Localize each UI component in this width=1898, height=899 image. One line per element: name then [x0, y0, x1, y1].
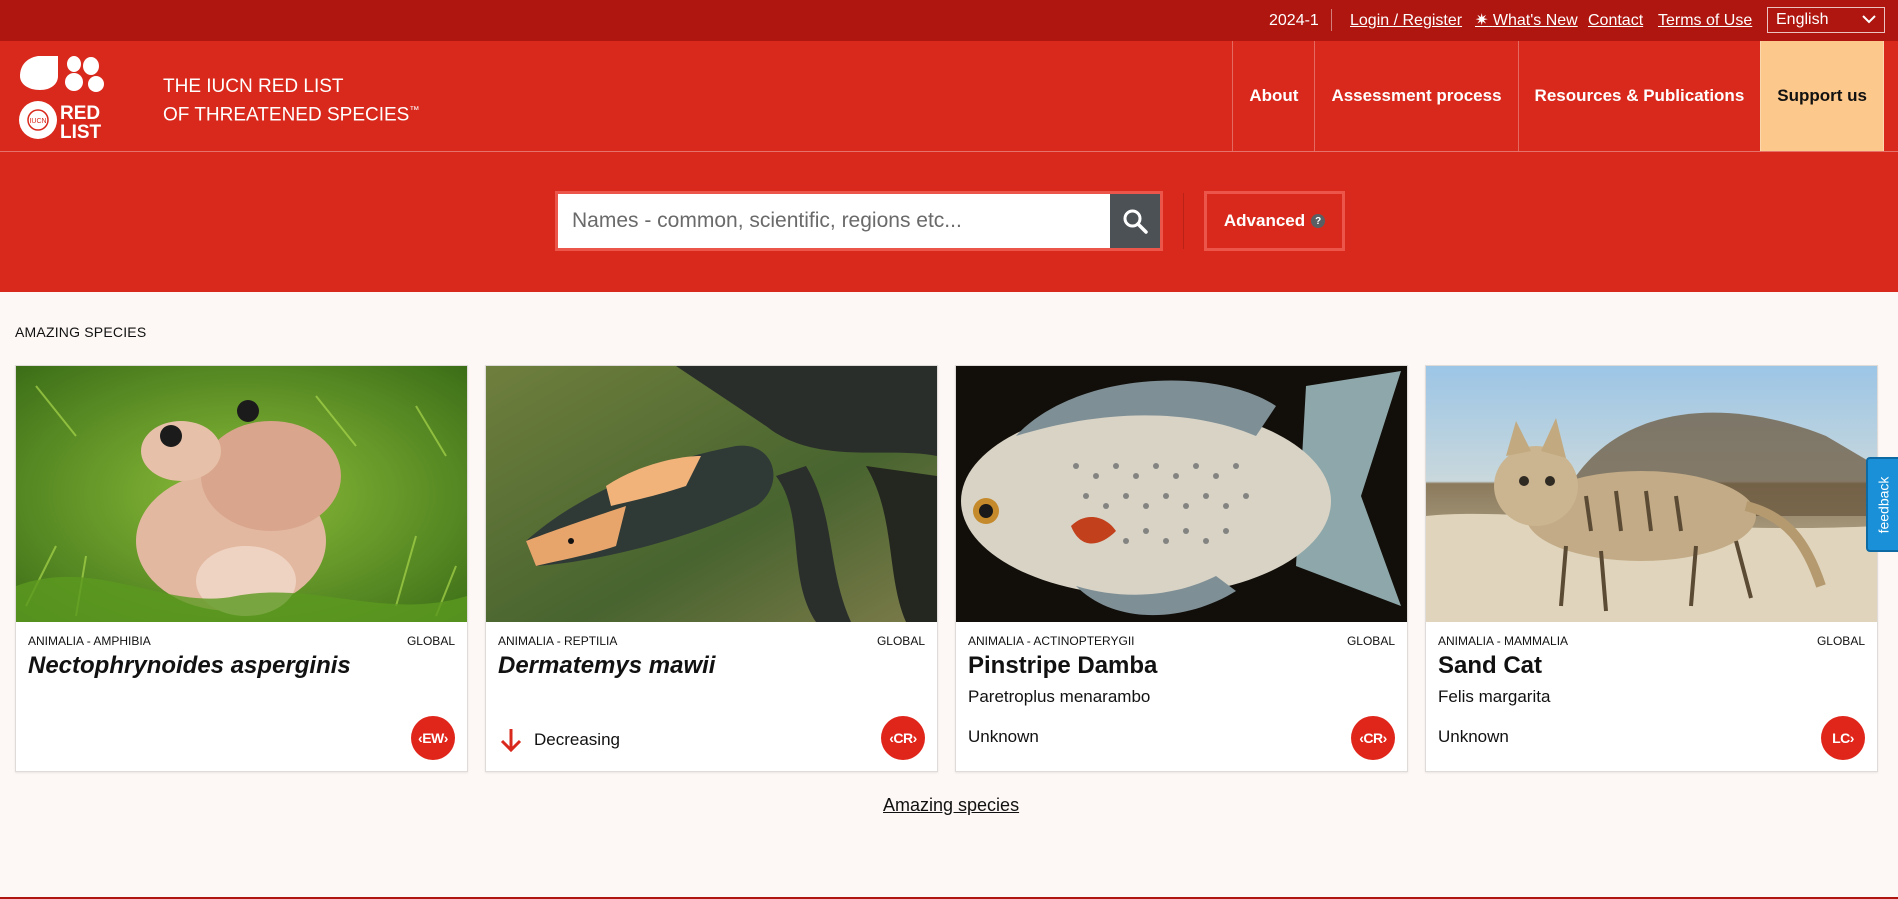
tagline-line-1: THE IUCN RED LIST — [163, 76, 344, 97]
card-scope: GLOBAL — [876, 634, 925, 648]
species-card-dermatemys[interactable]: ANIMALIA - REPTILIA GLOBAL Dermatemys ma… — [485, 365, 938, 772]
advanced-label: Advanced — [1223, 211, 1306, 230]
topbar-divider — [1331, 9, 1332, 31]
site-tagline: THE IUCN RED LIST OF THREATENED SPECIES™ — [163, 75, 419, 127]
trend-label: Unknown — [1438, 727, 1509, 746]
logo-small-text: IUCN — [29, 118, 46, 125]
sparkle-icon: ✷ — [1475, 12, 1489, 29]
card-kingdom: ANIMALIA - REPTILIA — [498, 634, 618, 648]
card-kingdom: ANIMALIA - AMPHIBIA — [28, 634, 151, 648]
tagline-line-2: OF THREATENED SPECIES™ — [163, 104, 420, 126]
species-card-sand-cat[interactable]: ANIMALIA - MAMMALIA GLOBAL Sand Cat Feli… — [1425, 365, 1878, 772]
card-scope: GLOBAL — [1816, 634, 1865, 648]
login-register-link[interactable]: Login / Register — [1350, 11, 1462, 31]
main-nav: About Assessment process Resources & Pub… — [1232, 41, 1884, 151]
card-kingdom: ANIMALIA - ACTINOPTERYGII — [968, 634, 1135, 648]
feedback-tab[interactable]: feedback — [1866, 457, 1898, 552]
species-card-nectophrynoides[interactable]: ANIMALIA - AMPHIBIA GLOBAL Nectophrynoid… — [15, 365, 468, 772]
card-population-trend: Decreasing — [498, 727, 620, 753]
site-header: IUCN RED LIST THE IUCN RED LIST OF THREA… — [0, 41, 1898, 152]
search-box — [555, 191, 1163, 251]
nav-resources-publications[interactable]: Resources & Publications — [1517, 41, 1761, 151]
nav-assessment-process[interactable]: Assessment process — [1314, 41, 1517, 151]
status-badge-ew: ‹ EW › — [411, 716, 455, 760]
advanced-search-button[interactable]: Advanced ? — [1204, 191, 1345, 251]
species-photo-frog — [16, 366, 467, 622]
red-list-logo[interactable]: IUCN RED LIST — [16, 54, 116, 140]
card-species-name: Dermatemys mawii — [498, 652, 716, 679]
logo-list-text: LIST — [60, 122, 102, 140]
contact-link[interactable]: Contact — [1588, 11, 1643, 31]
terms-of-use-link[interactable]: Terms of Use — [1658, 11, 1752, 31]
trademark-mark: ™ — [409, 105, 420, 116]
species-photo-sand-cat — [1426, 366, 1877, 622]
top-utility-bar: 2024-1 Login / Register ✷ What's New Con… — [0, 0, 1898, 41]
nav-support-us[interactable]: Support us — [1760, 41, 1884, 151]
help-icon: ? — [1311, 214, 1326, 228]
card-population-trend: Unknown — [968, 727, 1039, 747]
card-species-name: Nectophrynoides asperginis — [28, 652, 351, 679]
card-scope: GLOBAL — [406, 634, 455, 648]
card-scope: GLOBAL — [1346, 634, 1395, 648]
amazing-species-link[interactable]: Amazing species — [883, 795, 1019, 816]
logo-red-text: RED — [60, 103, 100, 124]
nav-about[interactable]: About — [1232, 41, 1314, 151]
status-badge-cr: ‹ CR › — [881, 716, 925, 760]
chevron-down-icon — [1862, 15, 1876, 24]
language-value: English — [1776, 11, 1829, 28]
status-badge-lc: LC › — [1821, 716, 1865, 760]
search-input[interactable] — [558, 194, 1111, 248]
card-kingdom: ANIMALIA - MAMMALIA — [1438, 634, 1569, 648]
species-photo-fish — [956, 366, 1407, 622]
search-band: Advanced ? — [0, 152, 1898, 292]
language-select[interactable]: English — [1767, 7, 1885, 33]
feedback-label: feedback — [1875, 476, 1892, 533]
arrow-down-icon — [500, 729, 522, 753]
amazing-species-heading: AMAZING SPECIES — [15, 324, 147, 340]
card-population-trend: Unknown — [1438, 727, 1509, 747]
trend-label: Decreasing — [534, 730, 620, 749]
card-scientific-name: Paretroplus menarambo — [968, 687, 1151, 706]
status-badge-cr: ‹ CR › — [1351, 716, 1395, 760]
card-species-name: Pinstripe Damba — [968, 652, 1158, 679]
species-photo-turtle — [486, 366, 937, 622]
search-button[interactable] — [1110, 194, 1160, 248]
version-label: 2024-1 — [1269, 12, 1319, 29]
whats-new-label: What's New — [1492, 12, 1578, 29]
card-species-name: Sand Cat — [1438, 652, 1543, 679]
card-scientific-name: Felis margarita — [1438, 687, 1551, 706]
search-icon — [1123, 209, 1148, 234]
trend-label: Unknown — [968, 727, 1039, 746]
search-divider — [1183, 193, 1184, 249]
species-card-pinstripe-damba[interactable]: ANIMALIA - ACTINOPTERYGII GLOBAL Pinstri… — [955, 365, 1408, 772]
whats-new-link[interactable]: ✷ What's New — [1475, 11, 1578, 31]
